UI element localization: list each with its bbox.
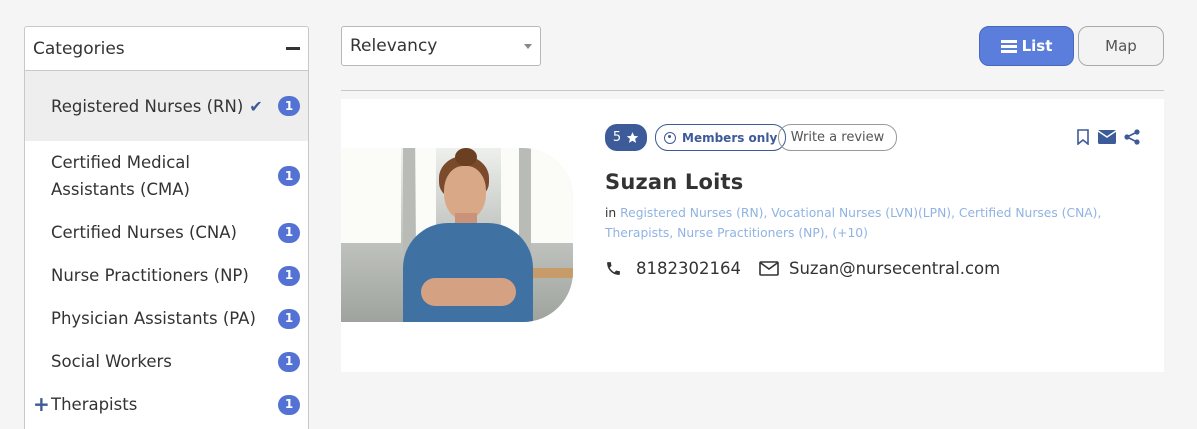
listing-name[interactable]: Suzan Loits [605,170,743,194]
members-only-label: Members only [682,130,778,145]
sidebar-item-social-workers[interactable]: Social Workers 1 [25,340,308,383]
count-badge: 1 [278,308,300,329]
write-review-label: Write a review [790,130,885,145]
sidebar-item-label: Therapists [51,395,138,414]
phone-number[interactable]: 8182302164 [636,259,741,278]
listing-categories: in Registered Nurses (RN), Vocational Nu… [605,203,1135,243]
caret-down-icon [524,43,532,49]
count-badge: 1 [278,394,300,415]
profile-photo[interactable] [341,148,573,322]
sort-select-value: Relevancy [350,36,438,56]
sidebar-item-label: Nurse Practitioners (NP) [51,266,249,285]
write-review-button[interactable]: Write a review [778,124,897,151]
plus-icon[interactable]: + [33,391,50,418]
sidebar-item-label: Certified Nurses (CNA) [51,223,237,242]
minus-icon[interactable] [286,47,300,50]
sidebar-item-therapists[interactable]: + Therapists 1 [25,383,308,426]
sidebar-item-label: Certified Medical Assistants (CMA) [51,153,190,199]
envelope-icon[interactable] [1098,130,1116,144]
divider [341,90,1164,91]
map-view-button[interactable]: Map [1078,26,1164,66]
count-badge: 1 [278,96,300,116]
sidebar-item-certified-nurses[interactable]: Certified Nurses (CNA) 1 [25,211,308,254]
categories-header[interactable]: Categories [25,27,308,71]
list-icon [1000,39,1017,53]
listing-card: 5 Members only Write a review Suzan Loit… [341,99,1164,372]
email-address[interactable]: Suzan@nursecentral.com [789,259,1000,278]
phone-icon [607,262,620,275]
check-icon: ✔ [249,96,263,116]
category-links[interactable]: Registered Nurses (RN), Vocational Nurse… [605,206,1101,240]
list-view-label: List [1021,37,1053,55]
sidebar-item-label: Registered Nurses (RN) [51,96,244,116]
sidebar-item-label: Physician Assistants (PA) [51,309,256,328]
sort-select[interactable]: Relevancy [341,26,541,66]
user-circle-icon [664,131,676,144]
share-icon[interactable] [1124,129,1140,145]
bookmark-icon[interactable] [1076,129,1090,145]
categories-title: Categories [33,38,125,59]
count-badge: 1 [278,351,300,372]
sidebar-item-certified-medical-assistants[interactable]: Certified Medical Assistants (CMA) 1 [25,141,308,211]
members-only-badge: Members only [655,124,787,151]
category-sidebar: Categories Registered Nurses (RN) ✔ 1 Cer… [24,26,309,429]
rating-badge: 5 [605,124,647,151]
sidebar-item-label: Social Workers [51,352,172,371]
in-label: in [605,206,617,220]
sidebar-item-registered-nurses[interactable]: Registered Nurses (RN) ✔ 1 [25,71,308,141]
contact-info: 8182302164 Suzan@nursecentral.com [605,259,1000,278]
map-view-label: Map [1105,37,1137,55]
mail-icon [759,261,779,276]
count-badge: 1 [278,265,300,286]
sidebar-item-nurse-practitioners[interactable]: Nurse Practitioners (NP) 1 [25,254,308,297]
list-view-button[interactable]: List [979,26,1074,66]
star-icon [626,132,639,143]
listing-actions [1076,129,1140,145]
count-badge: 1 [278,166,300,186]
rating-value: 5 [612,130,622,145]
sidebar-item-physician-assistants[interactable]: Physician Assistants (PA) 1 [25,297,308,340]
count-badge: 1 [278,222,300,243]
